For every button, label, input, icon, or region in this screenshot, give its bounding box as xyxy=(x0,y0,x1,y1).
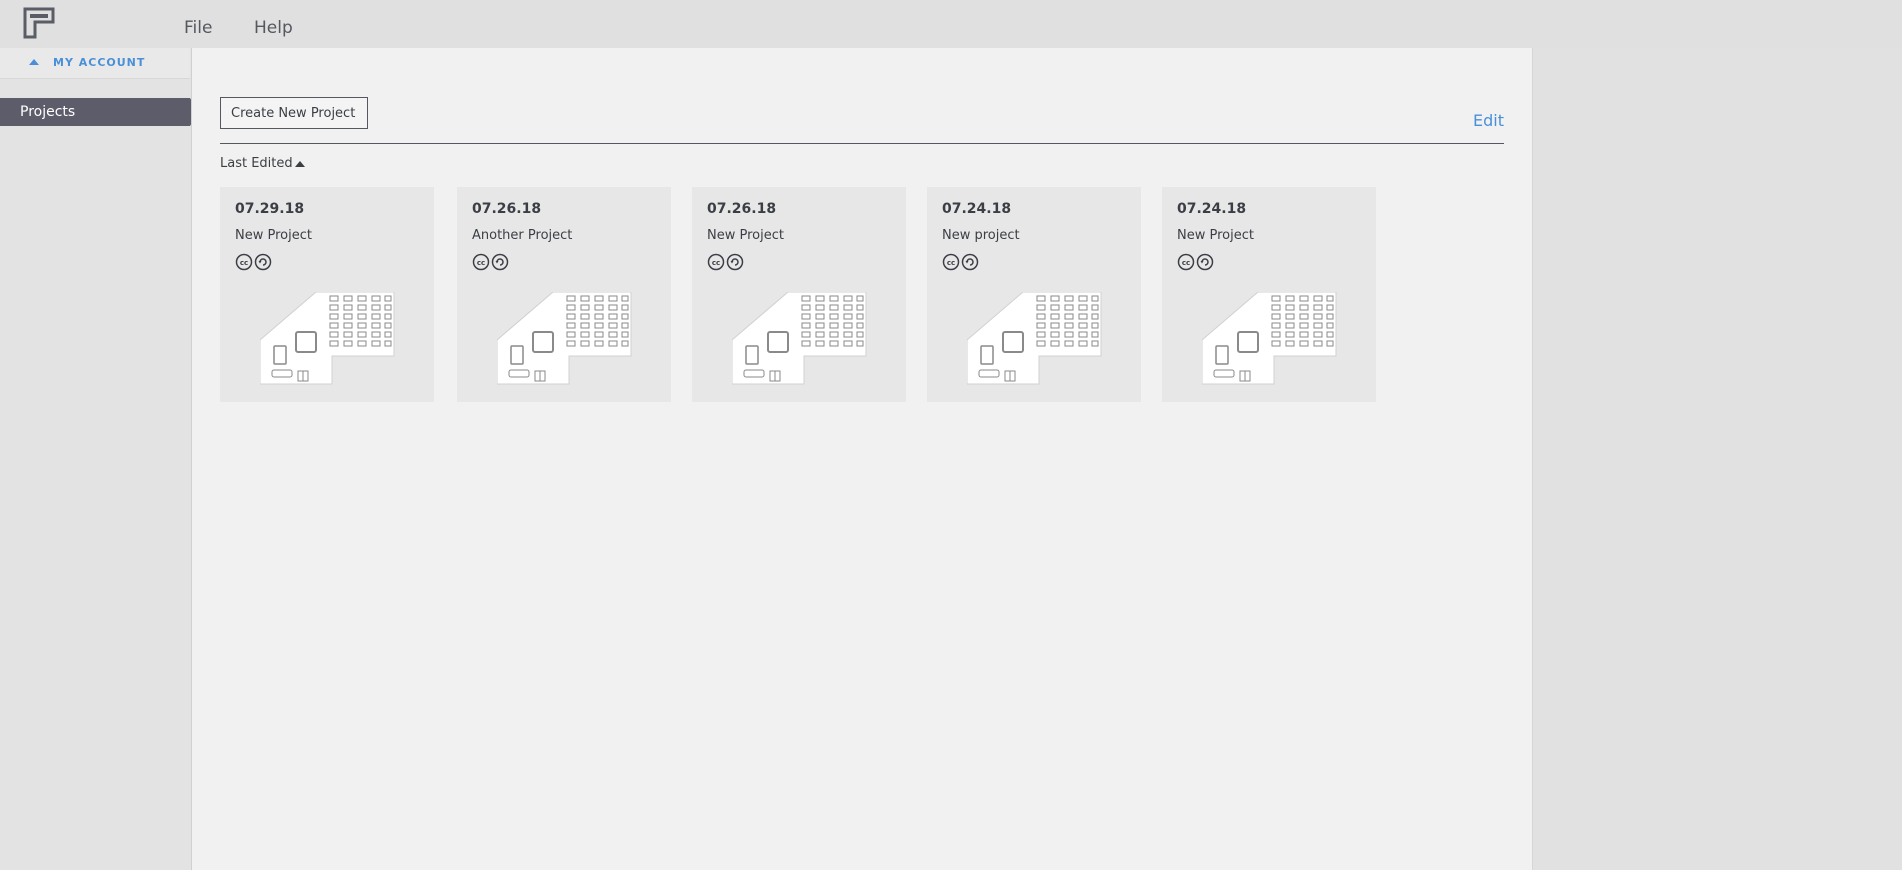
project-card[interactable]: 07.24.18 New project cc xyxy=(927,187,1141,402)
sidebar-item-label: Projects xyxy=(20,104,76,120)
project-date: 07.24.18 xyxy=(1177,201,1247,217)
project-name: New project xyxy=(942,228,1020,243)
cc-icon: cc xyxy=(942,253,960,271)
license-icons: cc xyxy=(707,253,747,271)
svg-text:cc: cc xyxy=(240,259,248,267)
create-new-project-button[interactable]: Create New Project xyxy=(220,97,368,129)
project-card[interactable]: 07.24.18 New Project cc xyxy=(1162,187,1376,402)
board-thumbnail-icon xyxy=(259,291,396,392)
project-card[interactable]: 07.29.18 New Project cc xyxy=(220,187,434,402)
share-alike-icon xyxy=(491,253,509,271)
project-date: 07.24.18 xyxy=(942,201,1012,217)
projects-panel: Create New Project Edit Last Edited 07.2… xyxy=(192,48,1532,870)
project-date: 07.26.18 xyxy=(707,201,777,217)
menu-file[interactable]: File xyxy=(184,18,212,38)
project-name: New Project xyxy=(707,228,784,243)
board-thumbnail-icon xyxy=(731,291,868,392)
svg-text:cc: cc xyxy=(712,259,720,267)
license-icons: cc xyxy=(235,253,275,271)
share-alike-icon xyxy=(726,253,744,271)
share-alike-icon xyxy=(254,253,272,271)
svg-text:cc: cc xyxy=(947,259,955,267)
sort-caret-up-icon[interactable] xyxy=(295,161,305,167)
project-card[interactable]: 07.26.18 New Project cc xyxy=(692,187,906,402)
cc-icon: cc xyxy=(707,253,725,271)
divider xyxy=(220,143,1504,144)
top-bar: File Help xyxy=(0,0,1902,48)
share-alike-icon xyxy=(1196,253,1214,271)
sidebar: MY ACCOUNT Projects xyxy=(0,48,199,870)
project-name: New Project xyxy=(235,228,312,243)
project-date: 07.29.18 xyxy=(235,201,305,217)
license-icons: cc xyxy=(1177,253,1217,271)
cc-icon: cc xyxy=(472,253,490,271)
board-thumbnail-icon xyxy=(496,291,633,392)
board-thumbnail-icon xyxy=(1201,291,1338,392)
menu-help[interactable]: Help xyxy=(254,18,293,38)
cc-icon: cc xyxy=(235,253,253,271)
project-date: 07.26.18 xyxy=(472,201,542,217)
edit-link[interactable]: Edit xyxy=(1473,111,1504,130)
my-account-label: MY ACCOUNT xyxy=(53,56,146,69)
sidebar-item-projects[interactable]: Projects xyxy=(0,98,200,126)
project-name: New Project xyxy=(1177,228,1254,243)
board-thumbnail-icon xyxy=(966,291,1103,392)
svg-text:cc: cc xyxy=(477,259,485,267)
svg-text:cc: cc xyxy=(1182,259,1190,267)
project-card[interactable]: 07.26.18 Another Project cc xyxy=(457,187,671,402)
share-alike-icon xyxy=(961,253,979,271)
my-account-toggle[interactable]: MY ACCOUNT xyxy=(0,48,190,79)
license-icons: cc xyxy=(472,253,512,271)
license-icons: cc xyxy=(942,253,982,271)
sort-last-edited[interactable]: Last Edited xyxy=(220,156,293,171)
caret-up-icon xyxy=(29,59,39,65)
project-name: Another Project xyxy=(472,228,573,243)
cc-icon: cc xyxy=(1177,253,1195,271)
app-logo-icon[interactable] xyxy=(22,6,58,40)
